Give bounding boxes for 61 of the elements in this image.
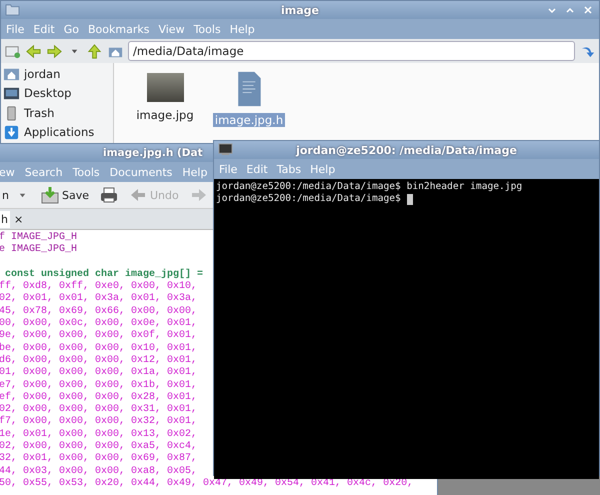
menu-item[interactable]: Help <box>182 166 208 178</box>
code-line: f7, 0x00, 0x00, 0x00, 0x32, 0x01, <box>0 416 198 428</box>
save-icon <box>40 186 59 204</box>
window-title: image.jpg.h (Dat <box>103 147 203 159</box>
code-line: 32, 0x01, 0x00, 0x00, 0x69, 0x87, <box>0 453 198 464</box>
sidebar-label: Applications <box>24 125 94 140</box>
code-line: ef, 0x00, 0x00, 0x00, 0x28, 0x01, <box>0 392 198 403</box>
printer-icon[interactable] <box>100 186 118 204</box>
code-line: const unsigned char image_jpg[] = <box>4 268 204 280</box>
forward-arrow-icon[interactable] <box>46 42 63 60</box>
menu-item[interactable]: Tools <box>72 166 100 178</box>
menu-item[interactable]: Bookmarks <box>88 22 150 36</box>
menu-item[interactable]: File <box>219 162 238 176</box>
window-title: jordan@ze5200: /media/Data/image <box>296 144 517 156</box>
sidebar-item[interactable]: Applications <box>1 122 113 142</box>
back-arrow-icon[interactable] <box>25 42 42 60</box>
menu-item[interactable]: Tabs <box>276 162 302 176</box>
undo-arrow-icon <box>129 186 147 204</box>
menu-item[interactable]: Tools <box>194 22 221 36</box>
menu-item[interactable]: Help <box>230 22 255 36</box>
open-button[interactable]: n <box>0 184 30 206</box>
folder-icon <box>5 3 20 16</box>
menu-item[interactable]: Search <box>24 166 63 178</box>
tab-close-button[interactable]: × <box>14 212 24 226</box>
code-line: be, 0x00, 0x00, 0x00, 0x10, 0x01, <box>0 342 198 354</box>
code-line: f IMAGE_JPG_H <box>0 232 78 243</box>
code-line: e IMAGE_JPG_H <box>0 244 78 256</box>
menu-item[interactable]: File <box>6 22 24 36</box>
menu-item[interactable]: Help <box>310 162 336 176</box>
sidebar-label: Trash <box>24 106 54 120</box>
menu-item[interactable]: Go <box>64 22 79 36</box>
code-line: e7, 0x00, 0x00, 0x00, 0x1b, 0x01, <box>0 380 198 391</box>
menu-item[interactable]: Edit <box>33 22 55 36</box>
sidebar-item[interactable]: Trash <box>1 103 113 122</box>
terminal-icon <box>218 143 233 156</box>
sidebar-item[interactable]: jordan <box>1 64 113 84</box>
code-line: 1e, 0x01, 0x00, 0x00, 0x13, 0x02, <box>0 428 198 440</box>
up-arrow-icon[interactable] <box>86 42 103 60</box>
terminal-line: jordan@ze5200:/media/Data/image$ <box>216 193 402 205</box>
save-button[interactable]: Save <box>38 184 92 206</box>
menu-item[interactable]: Edit <box>246 162 268 176</box>
menu-item[interactable]: Documents <box>110 166 172 178</box>
menu-item[interactable]: View <box>158 22 185 36</box>
sidebar-label: Desktop <box>24 86 72 100</box>
terminal-line: jordan@ze5200:/media/Data/image$ bin2header image.jpg <box>216 181 522 193</box>
maximize-icon[interactable] <box>565 5 575 15</box>
code-line: 9e, 0x00, 0x00, 0x00, 0x0f, 0x01, <box>0 330 198 342</box>
file-name[interactable]: image.jpg.h <box>212 113 286 127</box>
photo-placeholder[interactable] <box>146 73 184 102</box>
document-tab[interactable]: h <box>0 210 10 228</box>
sidebar-label: jordan <box>24 66 60 81</box>
location-field[interactable]: /media/Data/image <box>128 41 575 61</box>
window-title: image <box>281 4 319 16</box>
sidebar-item[interactable]: Desktop <box>1 84 113 103</box>
code-line: ff, 0xd8, 0xff, 0xe0, 0x00, 0x10, <box>0 281 198 292</box>
file-name[interactable]: image.jpg <box>134 108 196 122</box>
text-cursor <box>406 194 413 204</box>
caret-icon <box>18 190 27 200</box>
code-line: d6, 0x00, 0x00, 0x00, 0x12, 0x01, <box>0 354 198 366</box>
dropdown-caret-icon[interactable] <box>70 46 79 56</box>
close-icon[interactable] <box>583 5 593 15</box>
